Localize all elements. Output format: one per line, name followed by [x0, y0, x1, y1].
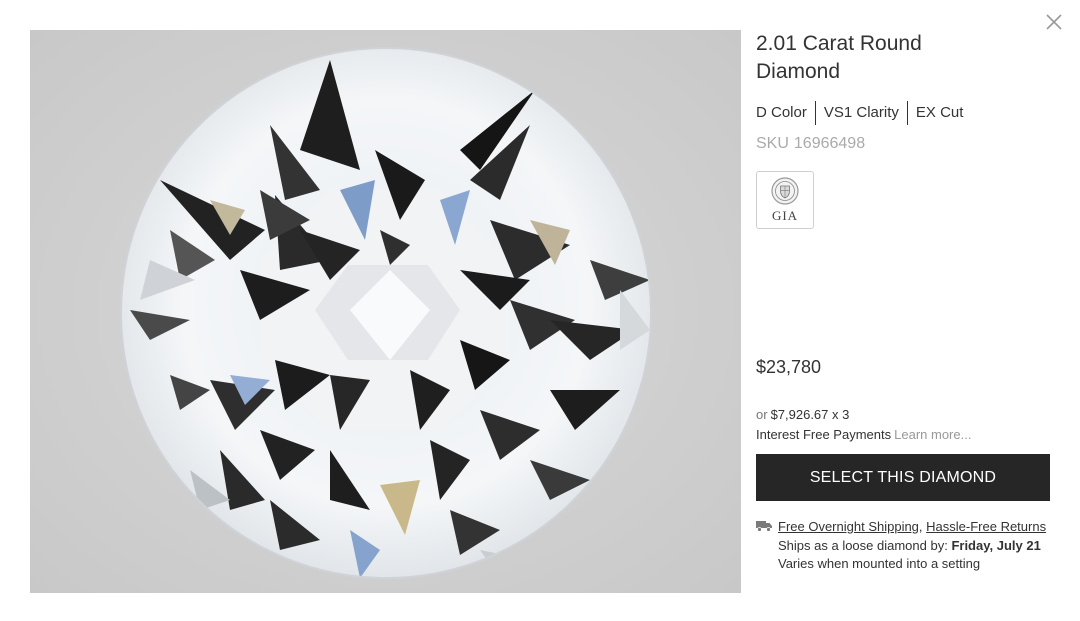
shipping-links: Free Overnight Shipping, Hassle-Free Ret… [778, 518, 1056, 537]
spec-clarity: VS1 Clarity [823, 104, 899, 121]
gia-seal-icon [771, 177, 799, 205]
spec-divider [814, 101, 816, 125]
product-title: 2.01 Carat Round Diamond [756, 32, 922, 83]
spec-divider [906, 101, 908, 125]
interest-text: Interest Free Payments [756, 427, 892, 442]
installment-prefix: or [756, 407, 768, 422]
diamond-image [30, 30, 741, 593]
sku-value: 16966498 [793, 135, 866, 152]
ships-prefix: Ships as a loose diamond by: [778, 537, 952, 553]
ship-date-line: Ships as a loose diamond by: Friday, Jul… [778, 537, 1056, 556]
product-info: 2.01 Carat Round Diamond D Color VS1 Cla… [756, 30, 1056, 229]
certificate-lab: GIA [771, 208, 799, 223]
price: $23,780 [756, 357, 822, 377]
product-specs: D Color VS1 Clarity EX Cut [756, 101, 1056, 125]
sku-label: SKU [756, 135, 789, 152]
gia-certificate-button[interactable]: GIA [756, 171, 814, 229]
free-shipping-link[interactable]: Free Overnight Shipping [778, 519, 919, 534]
sku-line: SKU 16966498 [756, 135, 1056, 153]
installment-line: or $7,926.67 x 3 [756, 407, 849, 422]
spec-cut: EX Cut [915, 104, 964, 121]
returns-link[interactable]: Hassle-Free Returns [926, 519, 1046, 534]
interest-line: Interest Free Payments Learn more... [756, 427, 971, 442]
close-icon[interactable] [1044, 12, 1064, 32]
spec-color: D Color [756, 104, 807, 121]
diamond-quick-view-modal: 2.01 Carat Round Diamond D Color VS1 Cla… [0, 0, 1080, 621]
ship-date: Friday, July 21 [951, 537, 1041, 553]
shipping-info: Free Overnight Shipping, Hassle-Free Ret… [756, 518, 1056, 574]
truck-icon [756, 521, 772, 532]
installment-amount: $7,926.67 x 3 [770, 407, 850, 422]
select-diamond-button[interactable]: SELECT THIS DIAMOND [756, 454, 1050, 501]
mounting-note: Varies when mounted into a setting [778, 556, 981, 571]
learn-more-link[interactable]: Learn more... [894, 427, 971, 442]
